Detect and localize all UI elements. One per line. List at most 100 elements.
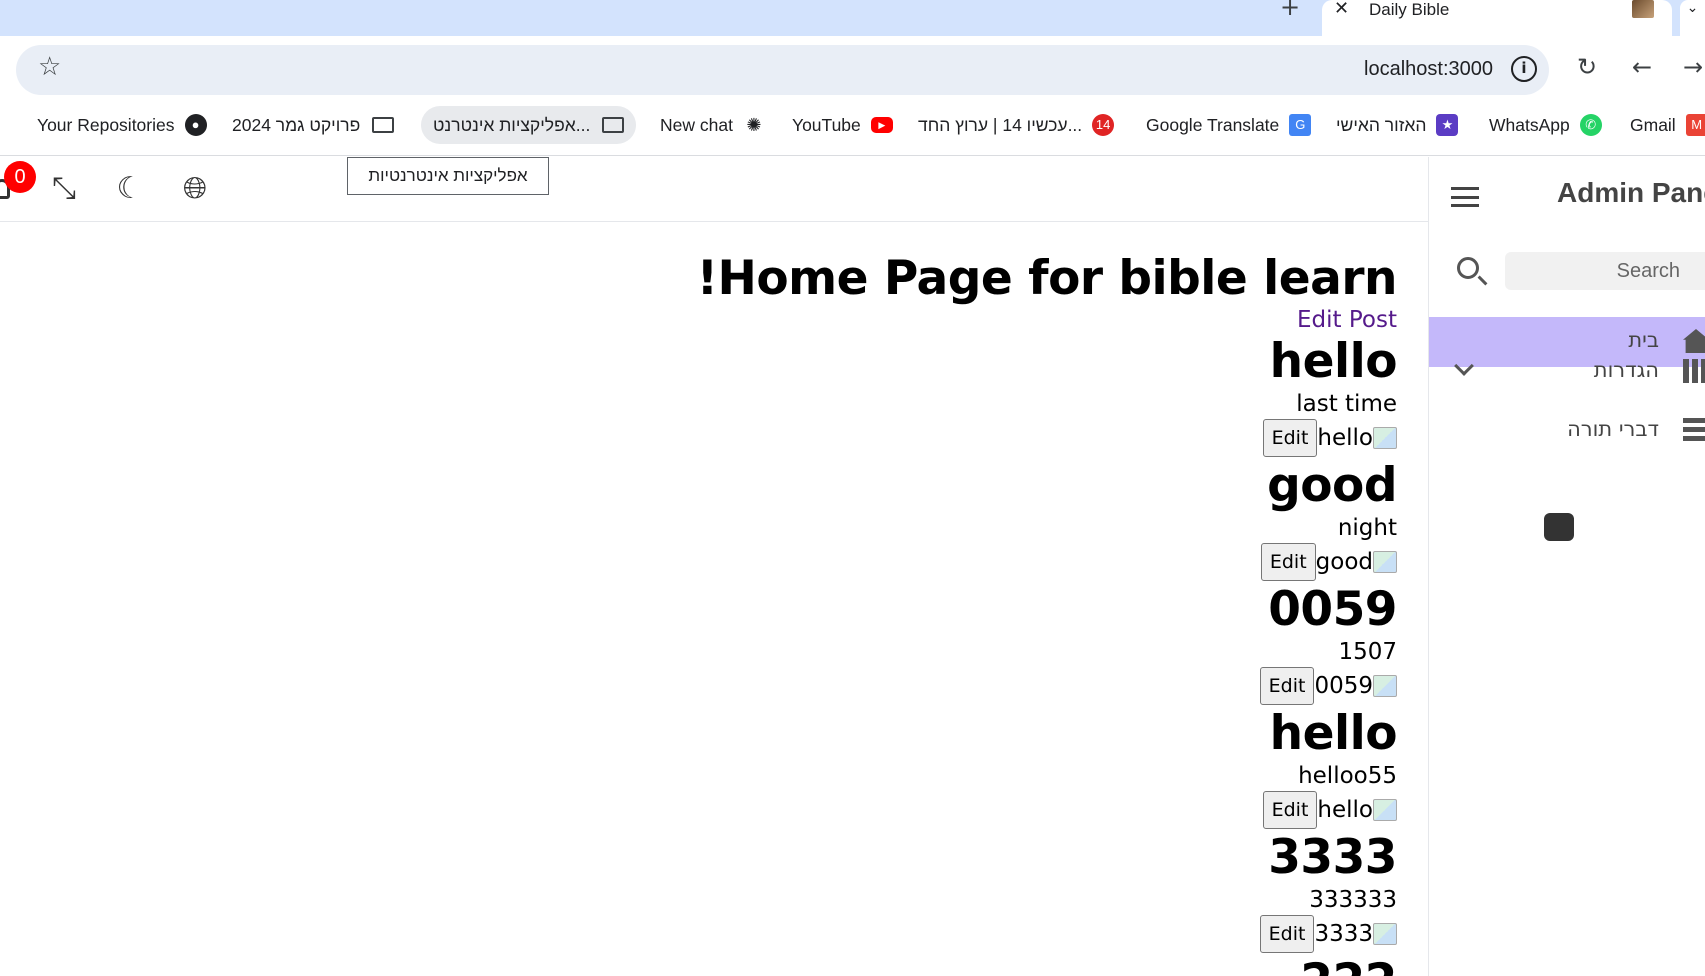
bookmark-label: עכשיו 14 | ערוץ החד... <box>918 114 1083 135</box>
browser-tabstrip: + ✕ Daily Bible ⌄ <box>0 0 1705 36</box>
broken-image-icon <box>1373 675 1397 697</box>
app-header: 0 ⤡ ☾ 🌐︎ <box>0 157 1428 222</box>
bookmark-whatsapp[interactable]: WhatsApp ✆ <box>1489 106 1602 144</box>
bookmark-folder-final-project[interactable]: פרויקט גמר 2024 <box>232 106 395 144</box>
main-content: !Home Page for bible learn Edit Post hel… <box>0 222 1428 976</box>
translate-icon: G <box>1289 114 1312 136</box>
bookmark-label: האזור האישי <box>1336 114 1427 135</box>
edit-post-link[interactable]: Edit Post <box>697 306 1397 334</box>
bookmarks-bar: Gmail M WhatsApp ✆ האזור האישי ★ Google … <box>0 100 1705 156</box>
dark-toggle-square[interactable] <box>1544 513 1574 541</box>
broken-image-icon <box>1373 551 1397 573</box>
bookmark-label: Gmail <box>1630 114 1676 135</box>
url-text[interactable]: localhost:3000 <box>1364 58 1493 81</box>
github-icon: ● <box>184 114 207 136</box>
channel14-icon: 14 <box>1092 114 1115 136</box>
post-item: 3333 333333 Edit 3333 <box>697 830 1398 954</box>
post-image-alt: 0059 <box>1314 673 1373 699</box>
bookmark-label: אפליקציות אינטרנט... <box>433 114 591 135</box>
bookmark-label: Your Repositories <box>37 114 175 135</box>
folder-icon <box>602 117 625 133</box>
post-title: hello <box>1269 334 1398 389</box>
post-body: helloo55 <box>1298 763 1397 789</box>
sidebar-item-label: דברי תורה <box>1567 417 1659 441</box>
bookmark-personal-area[interactable]: האזור האישי ★ <box>1336 106 1459 144</box>
post-body: 1507 <box>1338 639 1397 665</box>
bookmark-label: WhatsApp <box>1489 114 1570 135</box>
app-icon: ★ <box>1436 114 1459 136</box>
collapse-fullscreen-icon[interactable]: ⤡ <box>44 169 84 209</box>
post-image-alt: good <box>1315 549 1373 575</box>
back-icon[interactable]: ← <box>1625 50 1659 84</box>
post-item: 0059 1507 Edit 0059 <box>697 582 1398 706</box>
forward-icon[interactable]: → <box>1676 50 1705 84</box>
tab-daily-bible[interactable]: ✕ Daily Bible <box>1322 0 1672 36</box>
bookmark-label: פרויקט גמר 2024 <box>232 114 361 135</box>
address-bar[interactable]: ☆ localhost:3000 i <box>16 45 1549 95</box>
post-image-alt: hello <box>1317 797 1373 823</box>
moon-icon[interactable]: ☾ <box>110 169 150 209</box>
post-body: last time <box>1296 391 1397 417</box>
post-image-alt: 3333 <box>1314 921 1373 947</box>
favicon-icon <box>1632 0 1654 18</box>
edit-button[interactable]: Edit <box>1260 543 1316 581</box>
post-item: good night Edit good <box>697 458 1398 582</box>
folder-icon <box>372 117 395 133</box>
bookmark-label: New chat <box>660 114 733 135</box>
globe-icon[interactable]: 🌐︎ <box>175 169 215 209</box>
new-tab-button[interactable]: + <box>1276 0 1304 20</box>
tab-search-button[interactable]: ⌄ <box>1680 0 1705 36</box>
hamburger-menu-icon[interactable] <box>1451 187 1479 207</box>
edit-button[interactable]: Edit <box>1262 791 1318 829</box>
search-input[interactable] <box>1505 252 1705 290</box>
broken-image-icon <box>1373 427 1397 449</box>
tab-title: Daily Bible <box>1369 0 1450 19</box>
reload-icon[interactable]: ↻ <box>1570 50 1604 84</box>
posts-container: !Home Page for bible learn Edit Post hel… <box>696 251 1398 976</box>
post-body: 333333 <box>1309 887 1397 913</box>
notification-badge[interactable]: 0 <box>4 161 36 193</box>
bookmark-your-repositories[interactable]: Your Repositories ● <box>37 106 207 144</box>
search-icon[interactable] <box>1457 257 1479 279</box>
edit-button[interactable]: Edit <box>1259 667 1315 705</box>
bookmark-youtube[interactable]: YouTube ▶ <box>792 106 893 144</box>
bookmark-new-chat[interactable]: New chat ✺ <box>660 106 765 144</box>
broken-image-icon <box>1373 923 1397 945</box>
post-title: hello <box>1269 706 1398 761</box>
bookmark-folder-web-apps[interactable]: אפליקציות אינטרנט... <box>421 106 637 144</box>
bookmark-channel14[interactable]: עכשיו 14 | ערוץ החד... 14 <box>918 106 1115 144</box>
admin-sidebar: Admin Panel בית הגדרות דברי תורה <box>1428 157 1705 976</box>
browser-toolbar: ☆ localhost:3000 i ↻ ← → <box>0 36 1705 100</box>
sidebar-title: Admin Panel <box>1557 177 1705 208</box>
youtube-icon: ▶ <box>870 117 893 133</box>
edit-button[interactable]: Edit <box>1262 419 1318 457</box>
post-item: hello helloo55 Edit hello <box>697 706 1398 830</box>
bookmark-gmail[interactable]: Gmail M <box>1630 106 1705 144</box>
post-title: good <box>1267 458 1397 513</box>
post-image-alt: hello <box>1317 425 1373 451</box>
sidebar-item-settings[interactable]: הגדרות <box>1429 347 1705 397</box>
gmail-icon: M <box>1685 114 1705 136</box>
broken-image-icon <box>1373 799 1397 821</box>
chevron-down-icon[interactable] <box>1454 356 1474 376</box>
settings-grid-icon <box>1683 359 1705 383</box>
bookmark-star-icon[interactable]: ☆ <box>38 52 61 82</box>
post-item: 222 <box>697 954 1397 976</box>
post-title: 222 <box>697 954 1397 976</box>
bookmark-label: YouTube <box>792 114 861 135</box>
sidebar-item-torah[interactable]: דברי תורה <box>1429 406 1705 456</box>
edit-button[interactable]: Edit <box>1259 915 1315 953</box>
close-icon[interactable]: ✕ <box>1334 0 1349 19</box>
list-icon <box>1683 418 1705 442</box>
page-title: !Home Page for bible learn <box>696 251 1398 306</box>
bookmark-tooltip: אפליקציות אינטרנטיות <box>347 157 549 195</box>
site-info-icon[interactable]: i <box>1511 56 1537 82</box>
sidebar-item-label: הגדרות <box>1593 358 1659 382</box>
chatgpt-icon: ✺ <box>746 115 762 135</box>
post-body: night <box>1337 515 1397 541</box>
whatsapp-icon: ✆ <box>1579 114 1602 136</box>
bookmark-label: Google Translate <box>1146 114 1280 135</box>
post-title: 3333 <box>1268 830 1397 885</box>
post-item: hello last time Edit hello <box>697 334 1398 458</box>
bookmark-google-translate[interactable]: Google Translate G <box>1146 106 1312 144</box>
